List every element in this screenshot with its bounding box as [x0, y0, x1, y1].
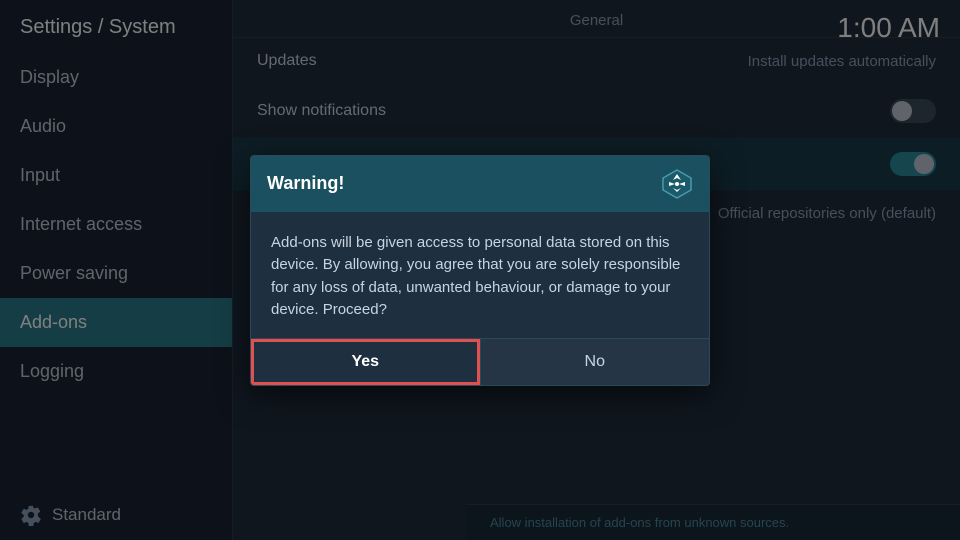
modal-title: Warning!	[267, 173, 344, 194]
kodi-logo-icon	[661, 168, 693, 200]
modal-message: Add-ons will be given access to personal…	[271, 234, 680, 319]
yes-button[interactable]: Yes	[251, 339, 480, 385]
warning-modal: Warning! Add-ons will be given access to…	[250, 155, 710, 386]
modal-footer: Yes No	[251, 338, 709, 385]
modal-overlay: Warning! Add-ons will be given access to…	[0, 0, 960, 540]
modal-body: Add-ons will be given access to personal…	[251, 212, 709, 338]
no-button[interactable]: No	[481, 339, 710, 385]
modal-header: Warning!	[251, 156, 709, 212]
